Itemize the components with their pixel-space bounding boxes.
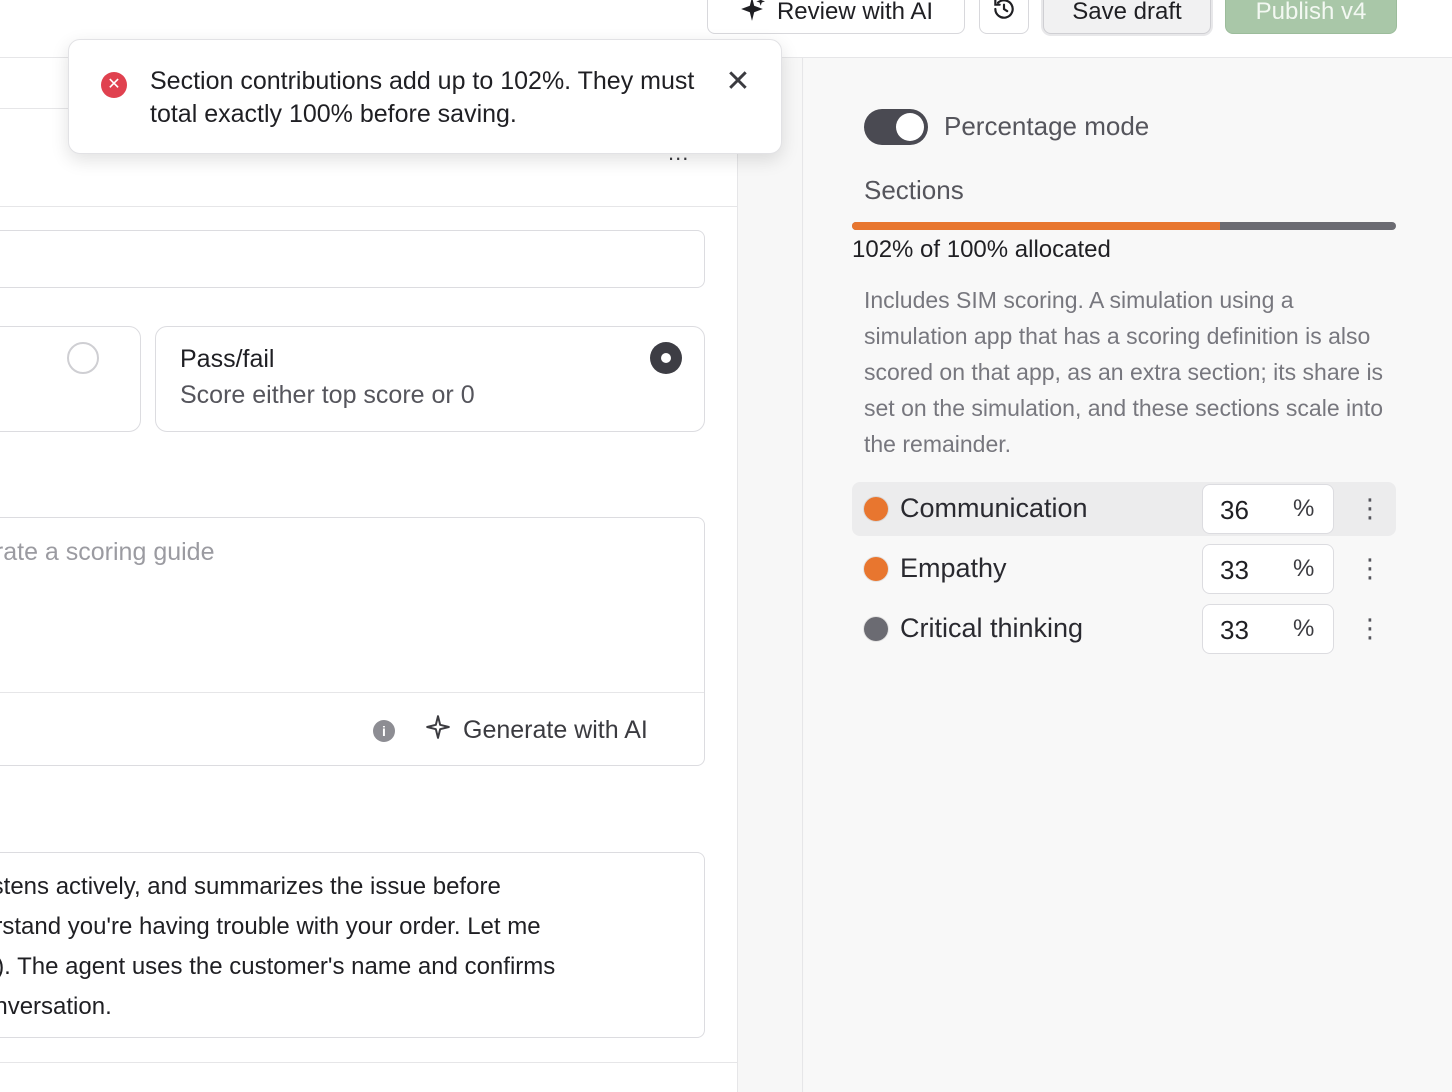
error-message: Section contributions add up to 102%. Th… (150, 67, 695, 128)
section-percent-value: 36 (1220, 495, 1249, 525)
description-text: listens actively, and summarizes the iss… (0, 867, 701, 1027)
save-draft-button[interactable]: Save draft (1043, 0, 1211, 34)
close-icon[interactable]: ✕ (724, 67, 752, 97)
pass-fail-option-card[interactable]: Pass/fail Score either top score or 0 (155, 326, 705, 432)
save-draft-label: Save draft (1072, 0, 1182, 25)
allocation-progress-fill (852, 222, 1220, 230)
percentage-mode-label: Percentage mode (944, 111, 1150, 141)
section-row[interactable]: Empathy 33 % ⋮ (852, 542, 1396, 596)
sections-panel: Percentage mode Sections 102% of 100% al… (804, 58, 1452, 1092)
section-percent-input[interactable]: 33 % (1202, 544, 1334, 594)
allocation-progress-bar (852, 222, 1396, 230)
divider (0, 206, 738, 207)
error-toast: ✕ Section contributions add up to 102%. … (68, 39, 782, 154)
sections-heading: Sections (864, 175, 964, 205)
section-color-dot (864, 557, 888, 581)
scoring-option-card[interactable] (0, 326, 141, 432)
name-input[interactable] (0, 230, 705, 288)
pass-fail-subtitle: Score either top score or 0 (180, 381, 475, 409)
section-percent-input[interactable]: 36 % (1202, 484, 1334, 534)
error-icon: ✕ (101, 72, 127, 98)
section-color-dot (864, 617, 888, 641)
section-color-dot (864, 497, 888, 521)
page: Review with AI Save draft Publish v4 ...… (0, 0, 1452, 1092)
section-row[interactable]: Critical thinking 33 % ⋮ (852, 602, 1396, 656)
section-name: Communication (900, 493, 1088, 523)
percentage-mode-toggle[interactable] (864, 109, 928, 145)
section-menu-icon[interactable]: ⋮ (1357, 552, 1383, 586)
section-row[interactable]: Communication 36 % ⋮ (852, 482, 1396, 536)
sparkle-outline-icon (425, 714, 451, 747)
percent-symbol: % (1293, 555, 1315, 582)
allocation-note: Includes SIM scoring. A simulation using… (864, 287, 1384, 457)
section-percent-value: 33 (1220, 555, 1249, 585)
publish-label: Publish v4 (1255, 0, 1367, 25)
section-percent-input[interactable]: 33 % (1202, 604, 1334, 654)
section-menu-icon[interactable]: ⋮ (1357, 492, 1383, 526)
history-button[interactable] (979, 0, 1029, 34)
scoring-guide-textarea[interactable]: erate a scoring guide i Generate with AI (0, 517, 705, 766)
info-icon[interactable]: i (373, 720, 395, 742)
percent-symbol: % (1293, 615, 1315, 642)
section-menu-icon[interactable]: ⋮ (1357, 612, 1383, 646)
pass-fail-radio[interactable] (650, 342, 682, 374)
review-with-ai-label: Review with AI (776, 0, 934, 25)
allocation-text: 102% of 100% allocated (852, 236, 1111, 263)
description-line: erstand you're having trouble with your … (0, 913, 541, 940)
section-name: Critical thinking (900, 613, 1084, 643)
description-line: listens actively, and summarizes the iss… (0, 873, 501, 900)
divider (0, 1062, 738, 1063)
description-line: ."). The agent uses the customer's name … (0, 953, 556, 980)
divider (0, 692, 704, 693)
generate-with-ai-label: Generate with AI (463, 715, 648, 744)
percent-symbol: % (1293, 495, 1315, 522)
column-gutter (738, 58, 803, 1092)
pass-fail-title: Pass/fail (180, 345, 275, 373)
scoring-guide-placeholder: erate a scoring guide (0, 538, 215, 566)
publish-button[interactable]: Publish v4 (1225, 0, 1397, 34)
section-name: Empathy (900, 553, 1007, 583)
section-percent-value: 33 (1220, 615, 1249, 645)
generate-with-ai-button[interactable]: Generate with AI (425, 710, 648, 750)
description-textarea[interactable]: listens actively, and summarizes the iss… (0, 852, 705, 1038)
scoring-option-radio[interactable] (67, 342, 99, 374)
history-icon (991, 0, 1017, 29)
description-line: onversation. (0, 993, 112, 1020)
sparkle-icon (739, 0, 765, 29)
review-with-ai-button[interactable]: Review with AI (707, 0, 965, 34)
